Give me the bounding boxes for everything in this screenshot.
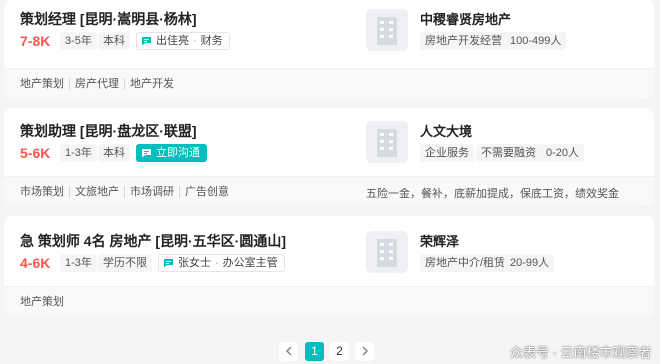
benefits-text: 五险一金，餐补，底薪加提成，保底工资，绩效奖金 <box>366 188 619 200</box>
skill-tag: 地产开发 <box>124 78 179 90</box>
experience-tag: 1-3年 <box>60 144 97 162</box>
skill-tags: 市场策划 文旅地产 市场调研 广告创意 <box>20 184 234 198</box>
skill-tag: 市场调研 <box>124 186 179 198</box>
chat-icon <box>142 149 151 158</box>
prev-page-button[interactable] <box>279 342 298 361</box>
skill-tag: 地产策划 <box>20 78 64 90</box>
skill-tag: 文旅地产 <box>69 186 124 198</box>
job-card[interactable]: 策划经理 [昆明·嵩明县·杨林] 7-8K 3-5年 本科 出佳亮 · 财务 中… <box>4 0 654 98</box>
skill-tag: 广告创意 <box>179 186 234 198</box>
job-card[interactable]: 急 策划师 4名 房地产 [昆明·五华区·圆通山] 4-6K 1-3年 学历不限… <box>4 216 654 316</box>
recruiter-name: 出佳亮 <box>156 35 189 47</box>
company-size-tag: 0-20人 <box>541 144 585 162</box>
company-industry-tag: 房地产中介/租赁 <box>420 254 511 272</box>
company-logo[interactable] <box>366 231 408 273</box>
job-salary: 4-6K <box>20 255 51 271</box>
chat-now-button[interactable]: 立即沟通 <box>136 144 207 162</box>
skill-tags: 地产策划 <box>20 294 69 308</box>
experience-tag: 1-3年 <box>60 254 97 272</box>
recruiter-name: 张女士 <box>178 257 211 269</box>
page-1-button[interactable]: 1 <box>305 342 324 361</box>
job-title[interactable]: 急 策划师 4名 房地产 [昆明·五华区·圆通山] <box>20 231 286 251</box>
skill-tags: 地产策划 房产代理 地产开发 <box>20 76 179 90</box>
building-icon <box>377 129 397 157</box>
next-page-button[interactable] <box>355 342 374 361</box>
company-name[interactable]: 中稷睿贤房地产 <box>420 9 511 28</box>
recruiter-role: 办公室主管 <box>222 257 278 269</box>
chat-icon <box>164 259 173 268</box>
chevron-right-icon <box>361 346 368 356</box>
job-title[interactable]: 策划助理 [昆明·盘龙区·联盟] <box>20 121 197 141</box>
education-tag: 学历不限 <box>98 254 152 272</box>
company-name[interactable]: 人文大境 <box>420 121 472 140</box>
company-size-tag: 20-99人 <box>505 254 555 272</box>
company-industry-tag: 企业服务 <box>420 144 474 162</box>
building-icon <box>377 239 397 267</box>
page-2-button[interactable]: 2 <box>330 342 349 361</box>
education-tag: 本科 <box>98 144 130 162</box>
job-card[interactable]: 策划助理 [昆明·盘龙区·联盟] 5-6K 1-3年 本科 立即沟通 人文大境 … <box>4 108 654 206</box>
job-salary: 5-6K <box>20 145 51 161</box>
company-logo[interactable] <box>366 121 408 163</box>
education-tag: 本科 <box>98 32 130 50</box>
chevron-left-icon <box>285 346 292 356</box>
watermark: 众表号 · 云南楼市观察者 <box>510 345 652 360</box>
job-title[interactable]: 策划经理 [昆明·嵩明县·杨林] <box>20 9 197 29</box>
recruiter-info[interactable]: 出佳亮 · 财务 <box>136 32 230 50</box>
company-name[interactable]: 荣辉泽 <box>420 231 459 250</box>
building-icon <box>377 17 397 45</box>
company-size-tag: 100-499人 <box>505 32 567 50</box>
company-industry-tag: 房地产开发经营 <box>420 32 507 50</box>
skill-tag: 房产代理 <box>69 78 124 90</box>
chat-icon <box>142 37 151 46</box>
recruiter-info[interactable]: 张女士 · 办公室主管 <box>158 254 285 272</box>
company-funding-tag: 不需要融资 <box>476 144 541 162</box>
job-salary: 7-8K <box>20 33 51 49</box>
experience-tag: 3-5年 <box>60 32 97 50</box>
chat-now-label: 立即沟通 <box>156 147 200 159</box>
company-logo[interactable] <box>366 9 408 51</box>
recruiter-role: 财务 <box>200 35 223 47</box>
skill-tag: 市场策划 <box>20 186 64 198</box>
skill-tag: 地产策划 <box>20 296 64 308</box>
